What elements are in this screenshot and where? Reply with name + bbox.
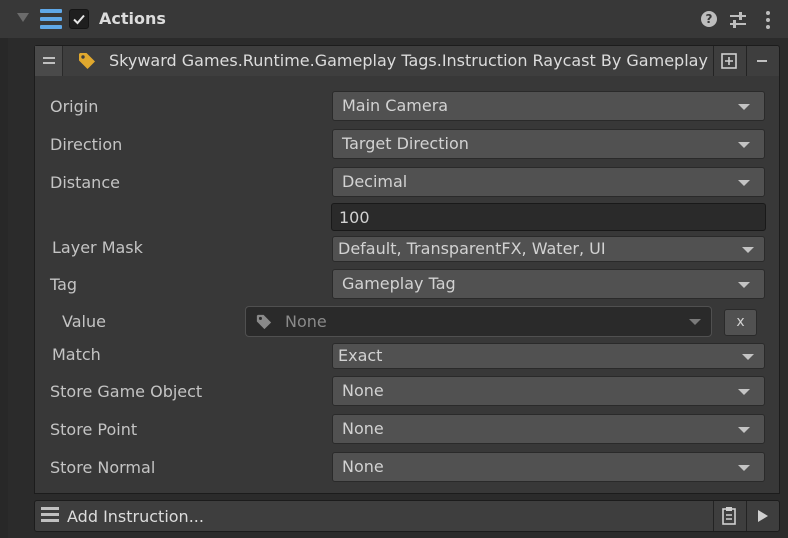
tag-value-picker[interactable]: None [245, 306, 712, 337]
chevron-down-icon [742, 354, 754, 360]
distance-value: Decimal [342, 172, 408, 191]
origin-label: Origin [50, 97, 99, 116]
distance-number-input[interactable]: 100 [331, 203, 766, 231]
distance-label: Distance [50, 173, 120, 192]
expand-icon [721, 53, 737, 69]
store-normal-value: None [342, 457, 384, 476]
chevron-down-icon [738, 427, 750, 433]
match-dropdown[interactable]: Exact [332, 343, 765, 369]
store-normal-label: Store Normal [50, 458, 156, 477]
kebab-icon[interactable] [765, 11, 771, 29]
chevron-down-icon [689, 319, 701, 325]
chevron-down-icon [738, 142, 750, 148]
fold-arrow-icon[interactable] [17, 13, 29, 22]
layer-mask-value: Default, TransparentFX, Water, UI [338, 239, 606, 258]
clipboard-icon [722, 507, 736, 525]
direction-value: Target Direction [342, 134, 469, 153]
layer-mask-label: Layer Mask [52, 238, 143, 257]
tag-value-text: None [285, 312, 327, 331]
paste-button[interactable] [713, 501, 745, 531]
chevron-down-icon [738, 282, 750, 288]
tag-value: Gameplay Tag [342, 274, 456, 293]
section-title: Actions [99, 9, 166, 28]
minus-icon [757, 60, 767, 62]
store-point-dropdown[interactable]: None [332, 414, 765, 444]
store-point-label: Store Point [50, 420, 138, 439]
play-button[interactable] [746, 501, 778, 531]
list-icon [41, 505, 59, 525]
add-instruction-label: Add Instruction... [67, 507, 204, 526]
match-value: Exact [338, 346, 383, 365]
list-icon [40, 9, 62, 29]
store-point-value: None [342, 419, 384, 438]
clear-button[interactable]: x [724, 309, 757, 336]
checkmark-icon [73, 14, 85, 25]
chevron-down-icon [738, 180, 750, 186]
store-game-object-label: Store Game Object [50, 382, 203, 401]
expand-button[interactable] [713, 46, 745, 76]
tag-dropdown[interactable]: Gameplay Tag [332, 269, 765, 299]
origin-dropdown[interactable]: Main Camera [332, 91, 765, 121]
remove-button[interactable] [746, 46, 778, 76]
chevron-down-icon [738, 465, 750, 471]
distance-dropdown[interactable]: Decimal [332, 167, 765, 197]
play-icon [758, 510, 768, 522]
enabled-checkbox[interactable] [69, 9, 89, 29]
tag-value-label: Value [62, 312, 106, 331]
help-icon[interactable]: ? [701, 11, 717, 27]
origin-value: Main Camera [342, 96, 449, 115]
store-game-object-dropdown[interactable]: None [332, 376, 765, 406]
direction-label: Direction [50, 135, 123, 154]
chevron-down-icon [738, 104, 750, 110]
store-game-object-value: None [342, 381, 384, 400]
direction-dropdown[interactable]: Target Direction [332, 129, 765, 159]
tag-icon [78, 52, 96, 70]
store-normal-dropdown[interactable]: None [332, 452, 765, 482]
layer-mask-dropdown[interactable]: Default, TransparentFX, Water, UI [332, 236, 765, 262]
distance-number: 100 [339, 208, 370, 227]
chevron-down-icon [742, 247, 754, 253]
tag-icon [255, 314, 273, 330]
sliders-icon[interactable] [729, 11, 747, 29]
chevron-down-icon [738, 389, 750, 395]
match-label: Match [52, 345, 101, 364]
instruction-title: Skyward Games.Runtime.Gameplay Tags.Inst… [109, 51, 711, 70]
drag-handle-icon[interactable] [35, 46, 63, 76]
tag-label: Tag [50, 275, 78, 294]
